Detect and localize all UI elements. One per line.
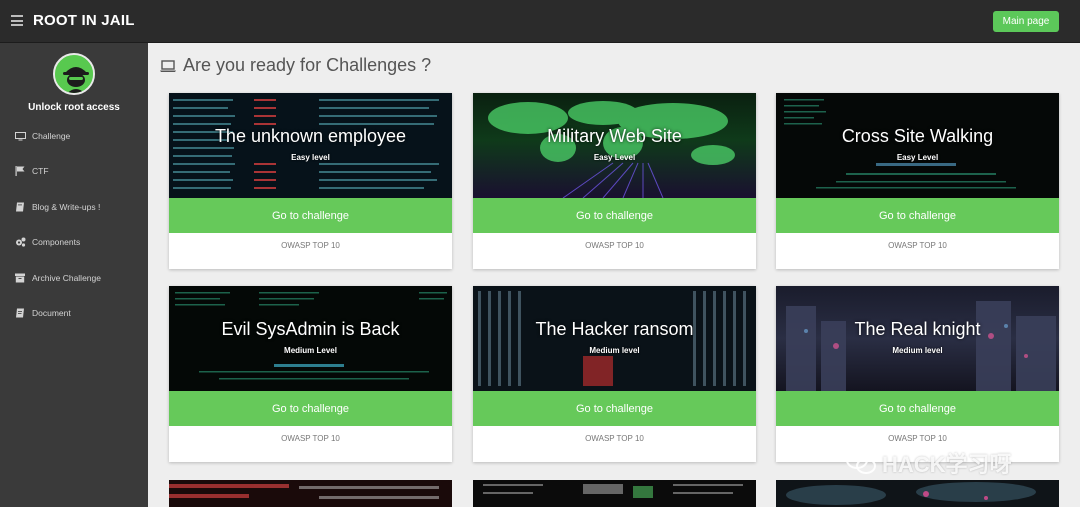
sidebar-item-label: Document (32, 308, 71, 318)
desktop-icon (14, 131, 26, 141)
challenge-card-partial[interactable] (169, 480, 452, 507)
challenge-image[interactable]: The Hacker ransom Medium level (473, 286, 756, 391)
main-page-button[interactable]: Main page (993, 11, 1059, 32)
challenge-level: Medium level (892, 346, 943, 355)
challenge-title: Evil SysAdmin is Back (221, 319, 400, 339)
sidebar: Unlock root access Challenge CTF Blog & … (0, 43, 148, 507)
sidebar-item-label: Components (32, 237, 81, 247)
wechat-icon (846, 451, 876, 474)
challenge-level: Medium Level (284, 346, 337, 355)
sidebar-item-label: CTF (32, 166, 49, 176)
challenge-category: OWASP TOP 10 (281, 241, 340, 250)
book-icon (14, 202, 26, 212)
sidebar-item-components[interactable]: Components (14, 234, 80, 250)
go-to-challenge-button[interactable]: Go to challenge (169, 391, 452, 426)
hacker-icon (55, 55, 93, 93)
challenge-card-partial[interactable] (473, 480, 756, 507)
challenge-image[interactable]: Evil SysAdmin is Back Medium Level (169, 286, 452, 391)
challenge-title: The Real knight (854, 319, 981, 339)
laptop-icon (160, 59, 176, 72)
document-icon (14, 308, 26, 318)
challenge-title: The unknown employee (214, 126, 407, 146)
challenge-card: The unknown employee Easy level Go to ch… (169, 93, 452, 269)
challenge-card: The Hacker ransom Medium level Go to cha… (473, 286, 756, 462)
sidebar-item-ctf[interactable]: CTF (14, 163, 49, 179)
sidebar-item-blog[interactable]: Blog & Write-ups ! (14, 199, 100, 215)
challenge-level: Easy level (291, 153, 330, 162)
challenge-title: The Hacker ransom (535, 319, 694, 339)
challenge-image[interactable]: Cross Site Walking Easy Level (776, 93, 1059, 198)
archive-icon (14, 273, 26, 283)
go-to-challenge-button[interactable]: Go to challenge (776, 198, 1059, 233)
challenge-card: Military Web Site Easy Level Go to chall… (473, 93, 756, 269)
brand-title[interactable]: ROOT IN JAIL (33, 12, 135, 29)
challenge-image[interactable]: The unknown employee Easy level (169, 93, 452, 198)
sidebar-item-challenge[interactable]: Challenge (14, 128, 70, 144)
go-to-challenge-button[interactable]: Go to challenge (473, 198, 756, 233)
flag-icon (14, 166, 26, 176)
sidebar-item-archive[interactable]: Archive Challenge (14, 270, 101, 286)
challenge-title: Military Web Site (547, 126, 682, 146)
challenge-level: Easy Level (896, 153, 939, 162)
go-to-challenge-button[interactable]: Go to challenge (776, 391, 1059, 426)
challenge-image[interactable]: The Real knight Medium level (776, 286, 1059, 391)
challenge-card: Evil SysAdmin is Back Medium Level Go to… (169, 286, 452, 462)
challenge-level: Easy Level (593, 153, 636, 162)
go-to-challenge-button[interactable]: Go to challenge (473, 391, 756, 426)
top-bar: ROOT IN JAIL Main page (0, 0, 1080, 43)
challenge-category: OWASP TOP 10 (585, 241, 644, 250)
challenge-card: The Real knight Medium level Go to chall… (776, 286, 1059, 462)
sidebar-item-label: Blog & Write-ups ! (32, 202, 101, 212)
challenge-card: Cross Site Walking Easy Level Go to chal… (776, 93, 1059, 269)
challenge-level: Medium level (589, 346, 640, 355)
hamburger-menu-icon[interactable] (11, 15, 23, 26)
sidebar-item-label: Archive Challenge (32, 273, 101, 283)
user-label: Unlock root access (28, 102, 120, 113)
challenge-category: OWASP TOP 10 (585, 434, 644, 443)
challenge-category: OWASP TOP 10 (281, 434, 340, 443)
page-title-text: Are you ready for Challenges ? (183, 55, 432, 75)
sidebar-item-label: Challenge (32, 131, 71, 141)
page-title: Are you ready for Challenges ? (159, 55, 431, 76)
watermark: HACK学习呀 (846, 447, 1012, 479)
challenge-category: OWASP TOP 10 (888, 241, 947, 250)
challenge-title: Cross Site Walking (841, 126, 994, 146)
challenge-card-partial[interactable] (776, 480, 1059, 507)
avatar (53, 53, 95, 95)
sidebar-item-document[interactable]: Document (14, 305, 71, 321)
challenge-category: OWASP TOP 10 (888, 434, 947, 443)
gears-icon (14, 237, 26, 247)
go-to-challenge-button[interactable]: Go to challenge (169, 198, 452, 233)
watermark-text: HACK学习呀 (882, 452, 1012, 477)
challenge-image[interactable]: Military Web Site Easy Level (473, 93, 756, 198)
